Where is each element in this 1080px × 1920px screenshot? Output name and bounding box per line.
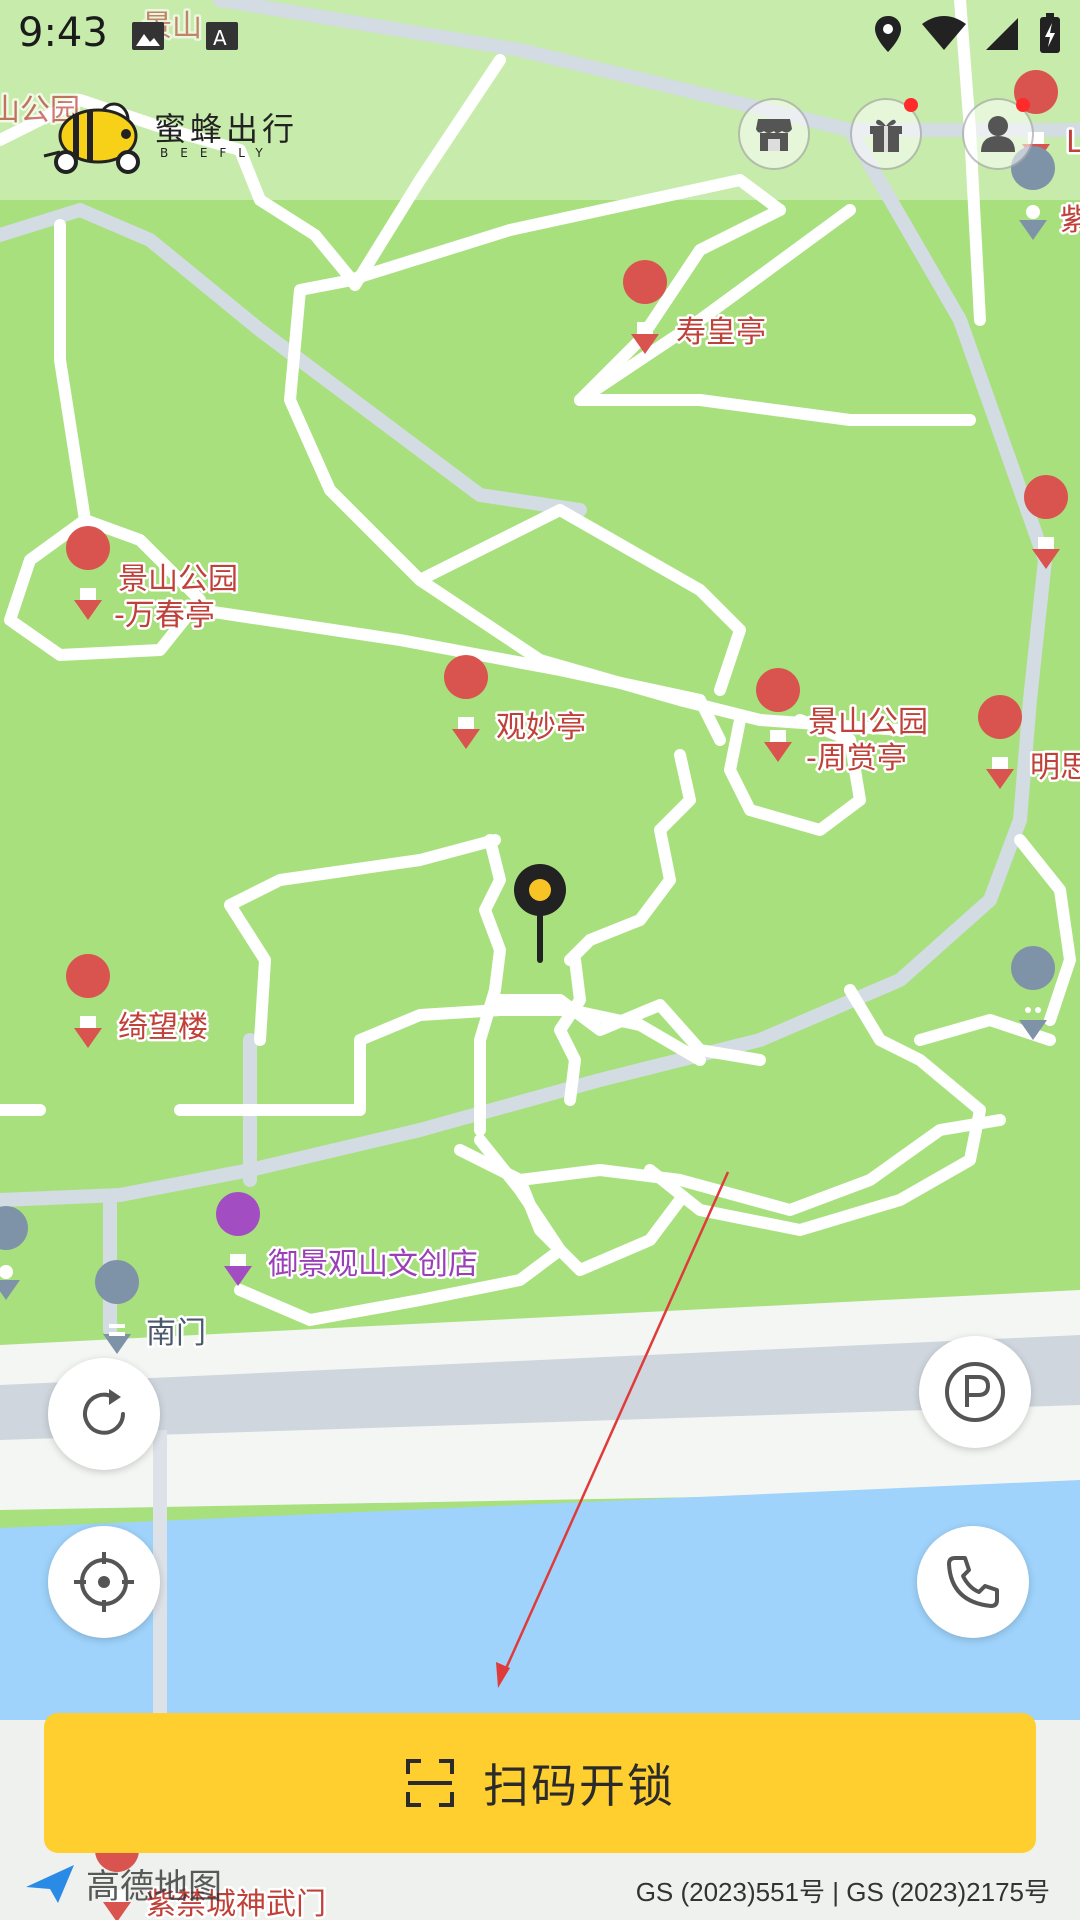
scan-icon	[406, 1759, 454, 1807]
status-time: 9:43	[18, 10, 108, 56]
scan-unlock-button[interactable]: 扫码开锁	[44, 1713, 1036, 1853]
brand-name: 蜜蜂出行	[154, 110, 299, 148]
customer-service-button[interactable]	[917, 1526, 1029, 1638]
parking-icon	[945, 1362, 1005, 1422]
poi-label: 景山公园	[118, 562, 238, 597]
text-notification-icon: A	[204, 18, 240, 54]
cellular-icon	[984, 16, 1020, 56]
user-icon	[981, 116, 1015, 152]
crosshair-icon	[74, 1552, 134, 1612]
poi-label: -万春亭	[114, 598, 215, 633]
location-icon	[872, 14, 904, 58]
scan-unlock-label: 扫码开锁	[483, 1759, 675, 1813]
map-copyright: GS (2023)551号 | GS (2023)2175号	[635, 1877, 1050, 1907]
poi-label: 寿皇亭	[676, 315, 766, 350]
notification-dot	[904, 98, 918, 112]
poi-label: L	[1066, 125, 1080, 160]
image-notification-icon	[130, 18, 166, 54]
poi-label: 紫	[1060, 203, 1080, 238]
wifi-icon	[922, 16, 966, 56]
poi-label: -周赏亭	[806, 741, 907, 776]
amap-logo: 高德地图	[22, 1858, 222, 1908]
gift-button[interactable]	[850, 98, 922, 170]
refresh-button[interactable]	[48, 1358, 160, 1470]
poi-label: 南门	[146, 1316, 206, 1351]
map-provider: 高德地图	[86, 1866, 222, 1907]
poi-label: 景山公园	[808, 705, 928, 740]
store-icon	[756, 119, 792, 151]
store-button[interactable]	[738, 98, 810, 170]
brand-subtitle: BEEFLY	[160, 146, 275, 160]
parking-button[interactable]	[919, 1336, 1031, 1448]
map-canvas[interactable]: 寿皇亭 景山公园 -万春亭 观妙亭 景山公园 -周赏亭 明思 绮望楼 御景观山文…	[0, 0, 1080, 1920]
notification-dot	[1016, 98, 1030, 112]
gift-icon	[870, 119, 902, 152]
profile-button[interactable]	[962, 98, 1034, 170]
svg-text:A: A	[213, 26, 227, 50]
bee-logo-icon	[43, 102, 140, 174]
poi-label: 明思	[1030, 750, 1080, 785]
beefly-logo: 蜜蜂出行 BEEFLY	[42, 96, 312, 176]
refresh-icon	[83, 1389, 125, 1435]
phone-icon	[947, 1556, 999, 1608]
poi-label: 观妙亭	[496, 710, 586, 745]
poi-label: 绮望楼	[118, 1010, 208, 1045]
amap-logo-icon	[26, 1865, 74, 1903]
poi-label: 御景观山文创店	[268, 1247, 478, 1282]
system-icons	[872, 12, 1062, 60]
locate-me-button[interactable]	[48, 1526, 160, 1638]
status-bar: 9:43 A	[0, 0, 1080, 72]
battery-icon	[1038, 13, 1062, 59]
